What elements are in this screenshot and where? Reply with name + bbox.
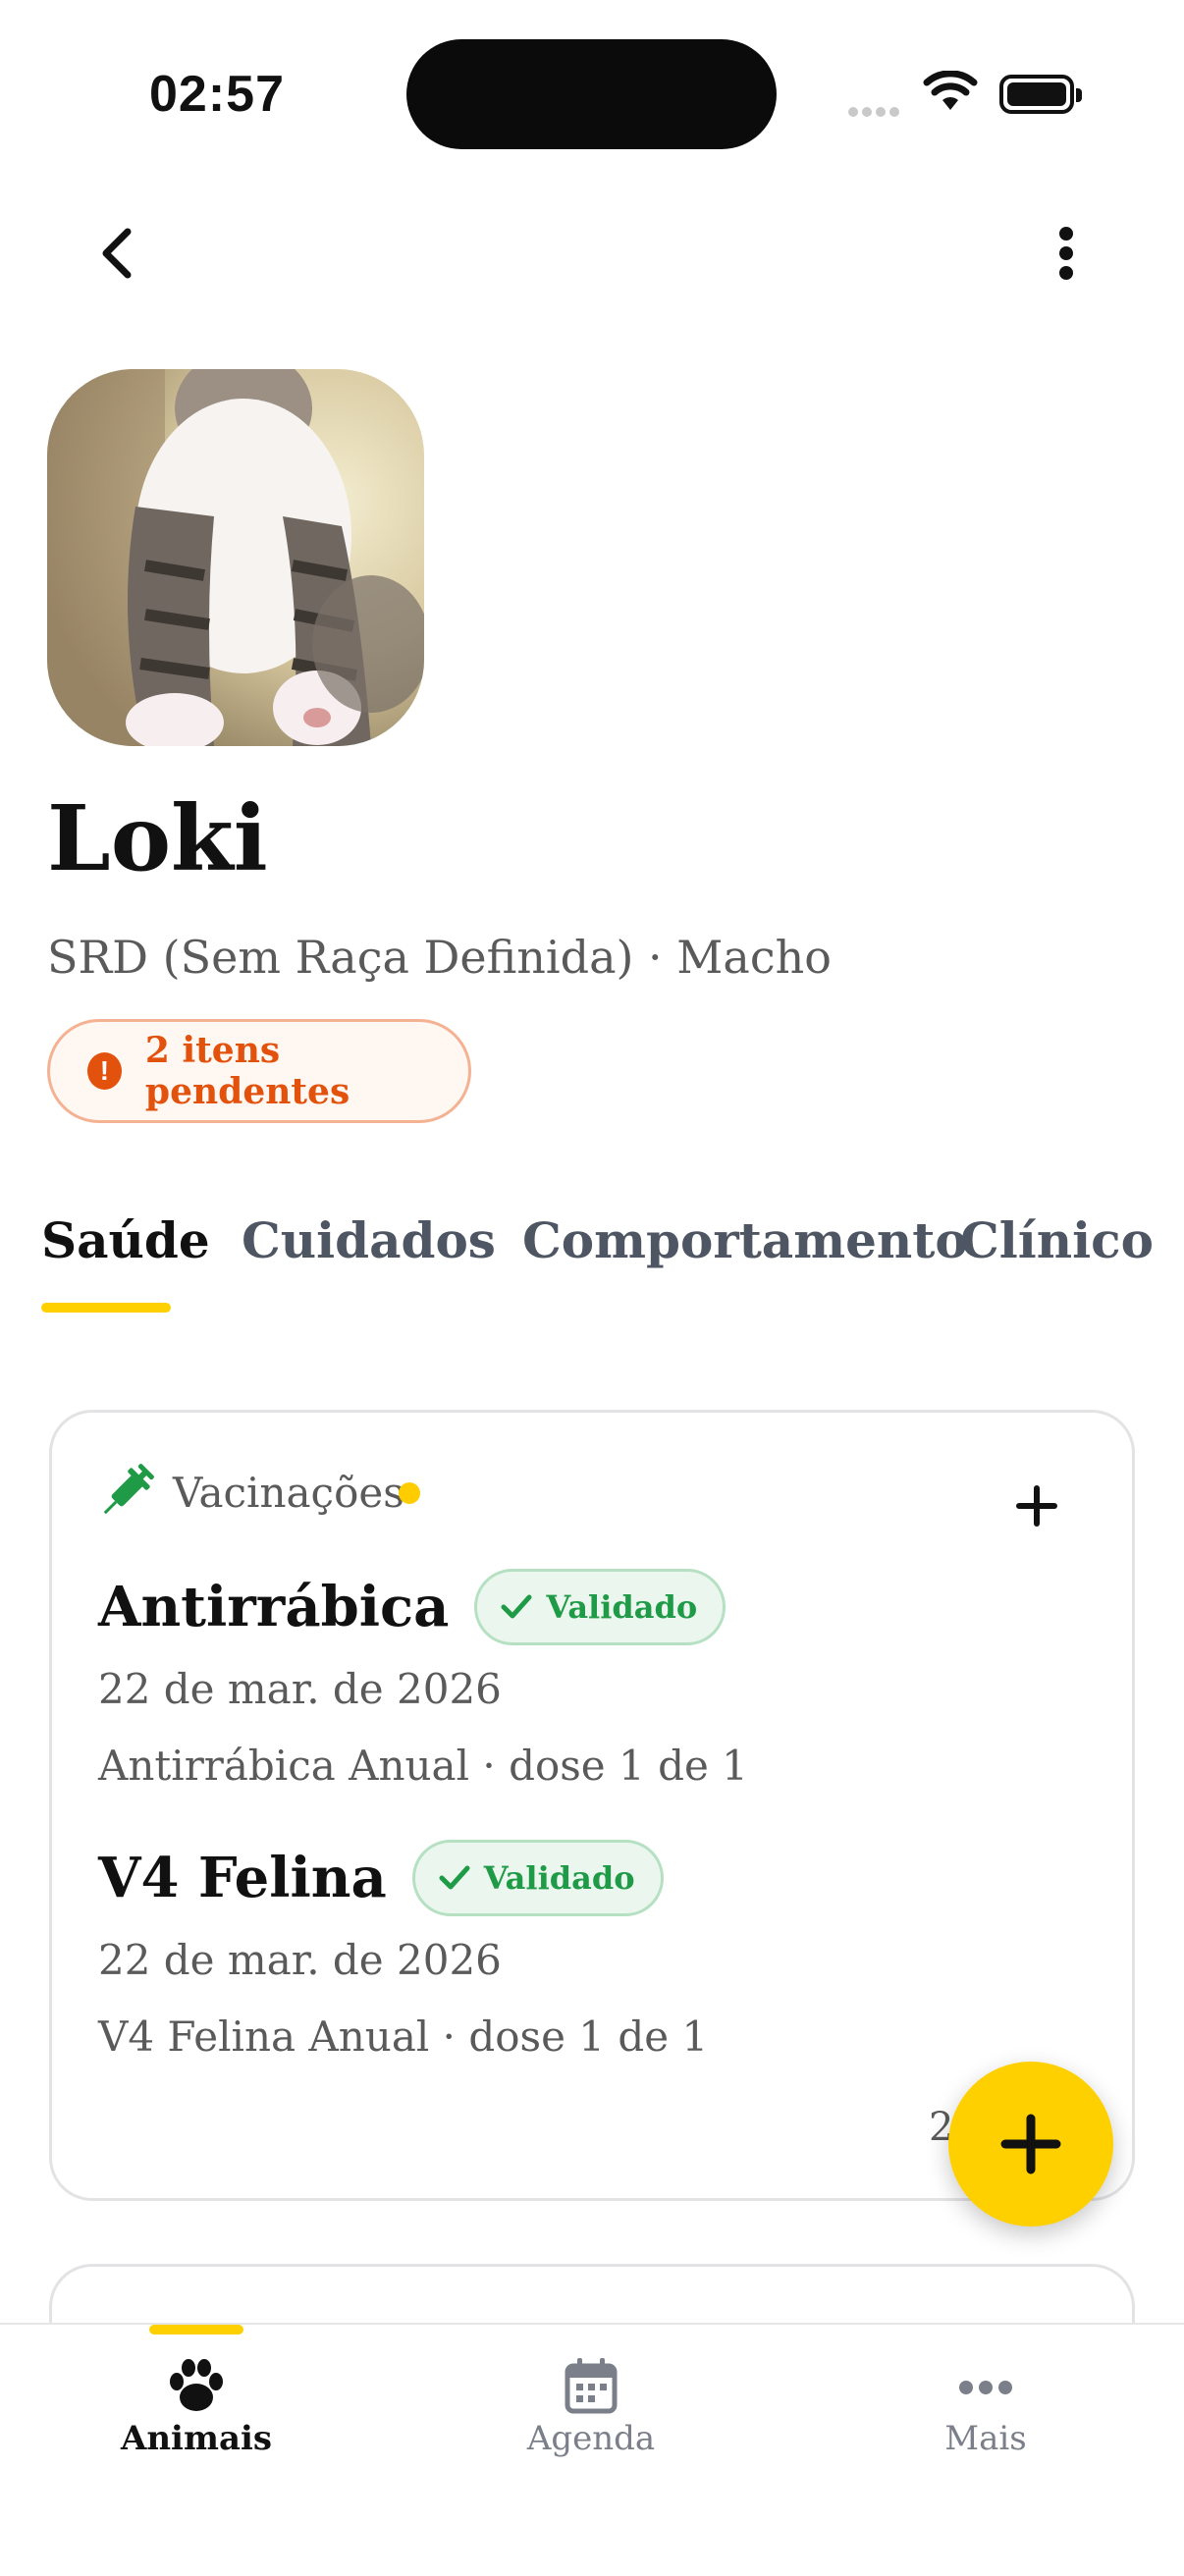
vaccine-name: Antirrábica <box>98 1575 450 1639</box>
kebab-menu-icon <box>1059 227 1073 280</box>
more-options-button[interactable] <box>1047 224 1086 283</box>
check-icon <box>439 1865 470 1890</box>
chevron-left-icon <box>102 228 132 279</box>
nav-mais[interactable]: Mais <box>888 2356 1084 2458</box>
pet-name: Loki <box>47 785 268 891</box>
back-button[interactable] <box>94 224 141 283</box>
vaccine-item[interactable]: Antirrábica Validado <box>98 1569 727 1645</box>
validated-label: Validado <box>483 1859 635 1897</box>
battery-icon <box>999 75 1082 114</box>
vaccine-dose: Antirrábica Anual · dose 1 de 1 <box>98 1742 748 1790</box>
vaccine-name: V4 Felina <box>98 1846 387 1910</box>
nav-animais[interactable]: Animais <box>98 2356 295 2458</box>
add-fab-button[interactable] <box>948 2062 1113 2227</box>
nav-label: Agenda <box>526 2419 656 2458</box>
notification-dot <box>399 1482 420 1504</box>
cat-photo <box>47 369 424 746</box>
validated-label: Validado <box>546 1588 698 1626</box>
tab-clinico[interactable]: Clínico <box>960 1211 1154 1269</box>
tab-cuidados[interactable]: Cuidados <box>242 1211 496 1269</box>
check-icon <box>501 1594 532 1619</box>
calendar-icon <box>565 2358 618 2414</box>
vaccine-date: 22 de mar. de 2026 <box>98 1665 502 1713</box>
nav-label: Animais <box>120 2419 273 2458</box>
vaccinations-title: Vacinações <box>173 1469 404 1517</box>
validated-badge: Validado <box>411 1840 664 1916</box>
dynamic-island <box>406 39 777 149</box>
tab-saude[interactable]: Saúde <box>41 1211 210 1269</box>
paw-icon <box>170 2359 223 2411</box>
active-nav-indicator <box>149 2325 243 2334</box>
vaccine-date: 22 de mar. de 2026 <box>98 1936 502 1984</box>
plus-icon <box>1000 2114 1061 2174</box>
vaccine-item[interactable]: V4 Felina Validado <box>98 1840 664 1916</box>
add-vaccination-button[interactable] <box>1015 1484 1058 1531</box>
validated-badge: Validado <box>474 1569 727 1645</box>
syringe-icon <box>96 1463 155 1526</box>
pending-items-label: 2 itens pendentes <box>144 1030 350 1112</box>
plus-icon <box>1016 1485 1057 1527</box>
alert-icon: ! <box>87 1052 122 1090</box>
more-dots-icon <box>959 2381 1012 2394</box>
pet-breed-sex: SRD (Sem Raça Definida) · Macho <box>47 931 832 984</box>
pet-avatar[interactable] <box>47 369 424 746</box>
pending-items-badge[interactable]: ! 2 itens pendentes <box>47 1019 471 1123</box>
nav-label: Mais <box>944 2419 1027 2458</box>
vaccinations-card[interactable] <box>49 1410 1135 2201</box>
active-tab-indicator <box>41 1303 171 1313</box>
vaccine-dose: V4 Felina Anual · dose 1 de 1 <box>98 2012 709 2061</box>
tab-comportamento[interactable]: Comportamento <box>522 1211 968 1269</box>
signal-icon <box>848 102 903 121</box>
wifi-icon <box>923 70 978 118</box>
status-time: 02:57 <box>149 66 285 123</box>
nav-agenda[interactable]: Agenda <box>493 2356 689 2458</box>
